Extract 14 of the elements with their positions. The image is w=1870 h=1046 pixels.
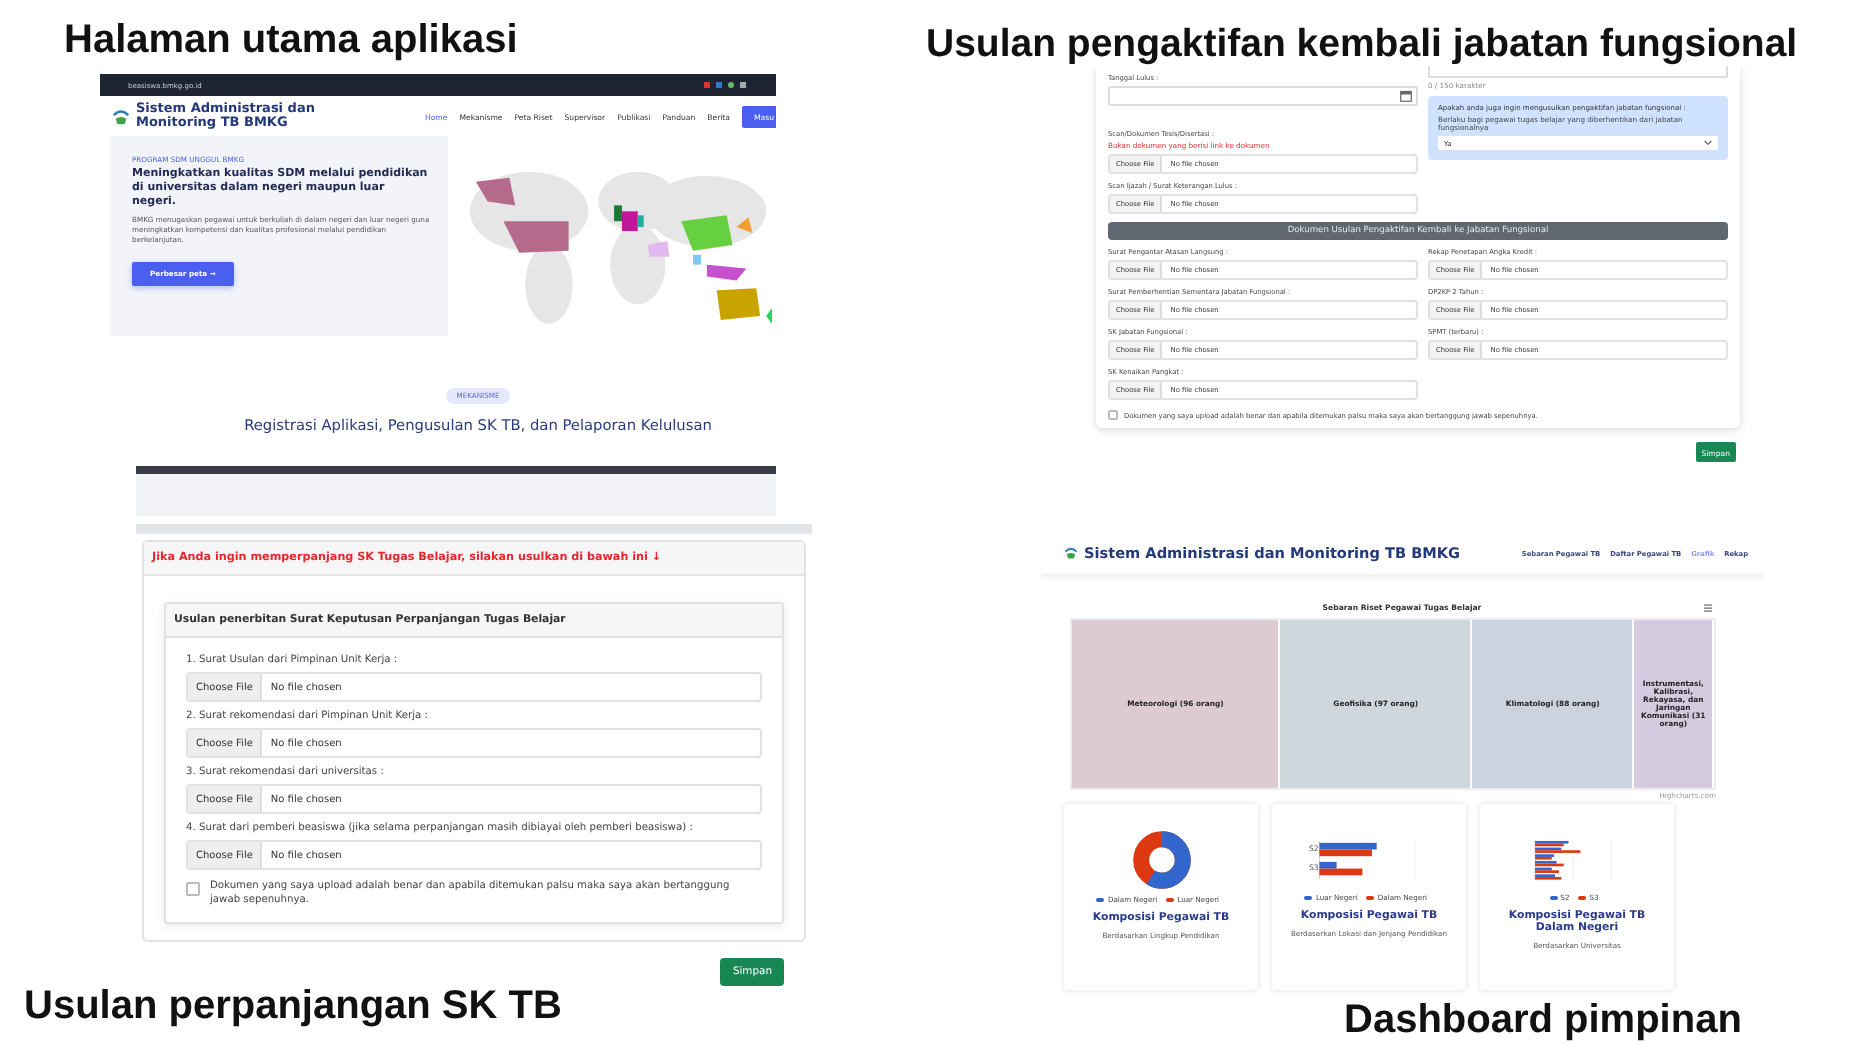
textarea-field[interactable] (1428, 66, 1728, 78)
checkbox[interactable] (186, 882, 200, 896)
caption-text: Usulan pengaktifan kembali jabatan fungsional (926, 22, 1798, 68)
menu-icon (1704, 603, 1712, 611)
caption-text: Usulan perpanjangan SK TB (24, 984, 562, 1030)
caption-text: Halaman utama aplikasi (64, 18, 518, 64)
donut-chart-drawing (1129, 828, 1193, 892)
checkbox[interactable] (1108, 410, 1118, 420)
date-field[interactable] (1108, 86, 1418, 106)
logo-icon (1064, 546, 1078, 560)
logo-icon (112, 107, 130, 126)
caption-text: Dashboard pimpinan (1344, 998, 1742, 1044)
caret-icon (1704, 140, 1712, 146)
calendar-icon (1400, 90, 1412, 102)
